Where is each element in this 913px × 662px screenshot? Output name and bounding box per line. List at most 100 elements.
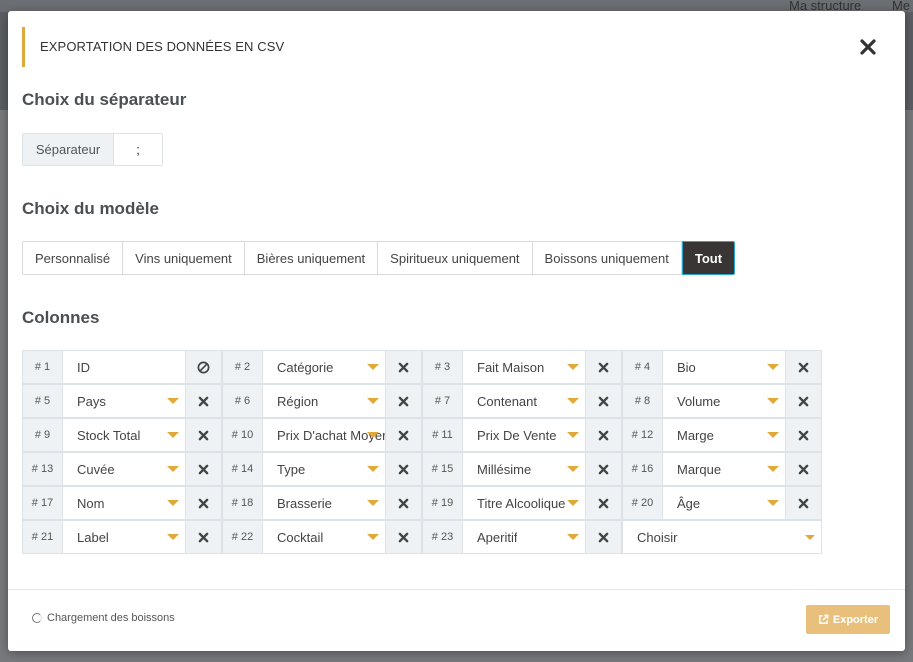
add-column-placeholder: Choisir [637,529,678,545]
column-select-value: Cuvée [77,461,115,477]
column-select[interactable]: Âge [663,487,785,519]
column-select[interactable]: ID [63,351,185,383]
column-remove-button[interactable] [385,453,421,485]
column-remove-button[interactable] [185,453,221,485]
column-remove-button[interactable] [185,487,221,519]
column-select[interactable]: Brasserie [263,487,385,519]
caret-down-icon [367,364,379,370]
remove-icon [798,430,809,440]
column-select-value: Marge [677,427,714,443]
column-select[interactable]: Cuvée [63,453,185,485]
column-remove-button[interactable] [785,419,821,451]
separator-label: Séparateur [23,134,114,165]
column-select[interactable]: Région [263,385,385,417]
loading-text: Chargement des boissons [47,612,175,624]
caret-down-icon [567,500,579,506]
spinner-icon [32,613,42,623]
remove-icon [398,362,409,372]
footer-divider [8,589,905,590]
column-remove-button[interactable] [385,487,421,519]
model-button-2[interactable]: Bières uniquement [244,241,379,275]
column-select[interactable]: Millésime [463,453,585,485]
column-select[interactable]: Catégorie [263,351,385,383]
close-button[interactable] [857,36,879,58]
model-button-4[interactable]: Boissons uniquement [532,241,682,275]
column-select[interactable]: Marge [663,419,785,451]
remove-icon [398,430,409,440]
column-select[interactable]: Cocktail [263,521,385,553]
model-button-0[interactable]: Personnalisé [22,241,124,275]
caret-down-icon [567,466,579,472]
column-select[interactable]: Fait Maison [463,351,585,383]
column-remove-button[interactable] [585,521,621,553]
column-number: # 16 [623,453,663,485]
column-remove-button[interactable] [585,385,621,417]
column-remove-button[interactable] [585,453,621,485]
export-button[interactable]: Exporter [806,605,890,634]
column-select[interactable]: Aperitif [463,521,585,553]
column-remove-button[interactable] [585,351,621,383]
column-item-type: # 14 Type [222,452,422,486]
column-item-contenant: # 7 Contenant [422,384,622,418]
column-remove-button[interactable] [385,521,421,553]
model-button-5[interactable]: Tout [681,241,736,275]
remove-icon [598,498,609,508]
column-number: # 23 [423,521,463,553]
column-select-value: Marque [677,461,722,477]
column-select-value: Pays [77,393,106,409]
remove-icon [398,532,409,542]
column-number: # 2 [223,351,263,383]
caret-down-icon [367,432,379,438]
caret-down-icon [767,466,779,472]
column-number: # 11 [423,419,463,451]
caret-down-icon [167,500,179,506]
add-column-select[interactable]: Choisir [622,520,822,554]
modal-header: EXPORTATION DES DONNÉES EN CSV [22,27,887,67]
column-number: # 19 [423,487,463,519]
column-select[interactable]: Prix D'achat Moyen [263,419,385,451]
modal-title: EXPORTATION DES DONNÉES EN CSV [40,39,285,54]
column-remove-button[interactable] [585,419,621,451]
column-remove-button[interactable] [785,487,821,519]
column-remove-button[interactable] [585,487,621,519]
caret-down-icon [367,466,379,472]
column-select[interactable]: Stock Total [63,419,185,451]
column-select[interactable]: Contenant [463,385,585,417]
column-select[interactable]: Prix De Vente [463,419,585,451]
column-select[interactable]: Type [263,453,385,485]
column-select[interactable]: Marque [663,453,785,485]
column-select[interactable]: Bio [663,351,785,383]
caret-down-icon [567,534,579,540]
column-remove-button[interactable] [185,419,221,451]
column-number: # 10 [223,419,263,451]
column-remove-button[interactable] [785,453,821,485]
column-remove-button[interactable] [385,351,421,383]
column-item-marque: # 16 Marque [622,452,822,486]
column-remove-button[interactable] [785,351,821,383]
external-link-icon [818,614,829,624]
column-item-fait-maison: # 3 Fait Maison [422,350,622,384]
remove-icon [398,396,409,406]
column-select[interactable]: Volume [663,385,785,417]
column-select[interactable]: Label [63,521,185,553]
column-remove-button[interactable] [785,385,821,417]
column-item-volume: # 8 Volume [622,384,822,418]
model-button-1[interactable]: Vins uniquement [123,241,245,275]
caret-down-icon [805,535,815,540]
model-button-3[interactable]: Spiritueux uniquement [378,241,533,275]
remove-icon [598,362,609,372]
column-select-value: Aperitif [477,529,518,545]
close-icon [860,39,876,55]
column-select[interactable]: Pays [63,385,185,417]
column-select-value: Contenant [477,393,537,409]
column-select-value: Nom [77,495,105,511]
column-remove-button[interactable] [185,385,221,417]
column-select[interactable]: Nom [63,487,185,519]
caret-down-icon [167,466,179,472]
column-remove-button[interactable] [385,385,421,417]
column-remove-button[interactable] [185,521,221,553]
column-select[interactable]: Titre Alcoolique [463,487,585,519]
column-remove-button[interactable] [385,419,421,451]
separator-input[interactable] [114,134,162,165]
column-locked-button[interactable] [185,351,221,383]
